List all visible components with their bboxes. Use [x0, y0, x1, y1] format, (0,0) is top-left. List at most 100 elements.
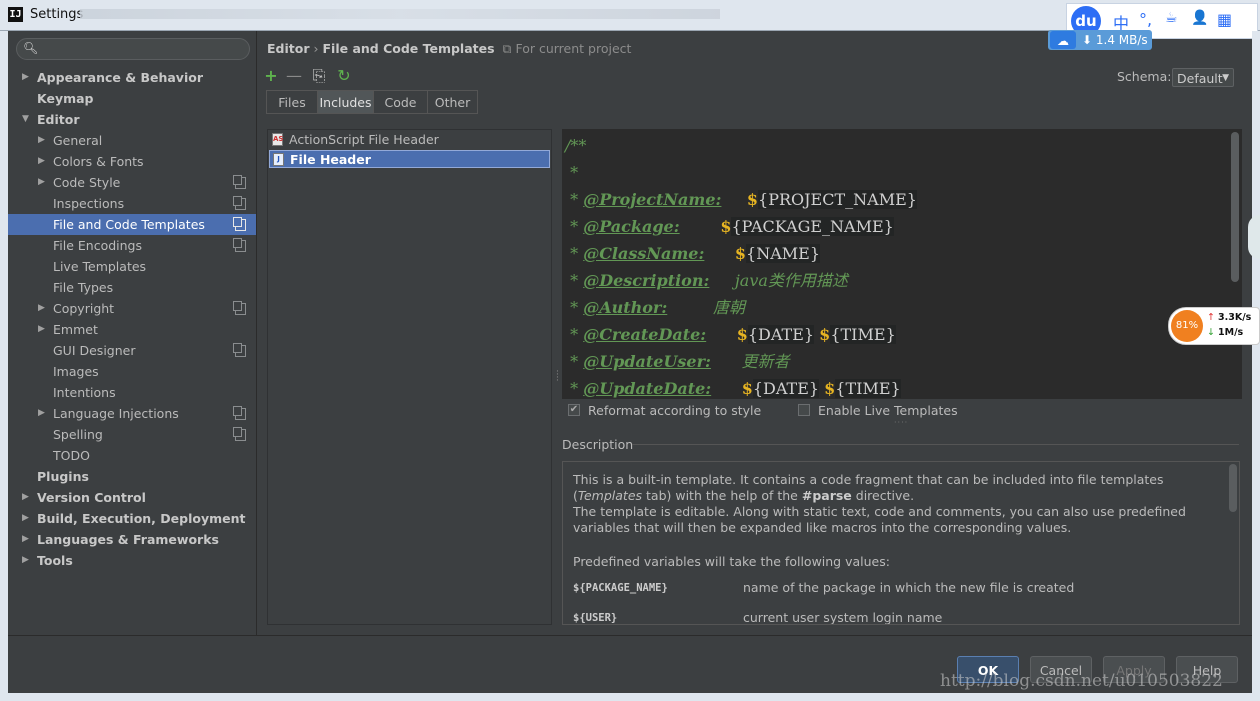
sidebar-item-label: Plugins [37, 469, 89, 484]
sidebar-item-label: Language Injections [53, 406, 179, 421]
code-template-dollar: $ [819, 325, 831, 344]
ime-punctuation-icon[interactable]: °, [1139, 10, 1152, 29]
template-list-item[interactable]: J File Header [269, 150, 550, 168]
sidebar-item[interactable]: ▶ Tools [8, 550, 256, 571]
chevron-right-icon[interactable]: ▶ [22, 487, 29, 508]
sidebar-item-label: Build, Execution, Deployment [37, 511, 246, 526]
sidebar-item[interactable]: GUI Designer [8, 340, 256, 361]
code-brace: } [809, 244, 821, 263]
code-template-dollar: $ [824, 379, 836, 398]
blurred-path-region [80, 9, 720, 19]
sidebar-item[interactable]: ▶ Appearance & Behavior [8, 67, 256, 88]
resize-handle[interactable]: ···· [894, 418, 908, 427]
network-monitor-widget[interactable]: 81% ↑ 3.3K/s ↓ 1M/s [1168, 307, 1260, 345]
code-template-variable: {PROJECT_NAME} [758, 190, 917, 209]
reset-template-icon[interactable]: ↻ [335, 67, 353, 85]
description-text: Predefined variables will take the follo… [573, 554, 890, 569]
code-comment-star: * [565, 325, 579, 344]
sidebar-item[interactable]: ▶ Code Style [8, 172, 256, 193]
sidebar-item[interactable]: File and Code Templates [8, 214, 256, 235]
editor-scrollbar[interactable] [1231, 132, 1239, 282]
sidebar-item[interactable]: ▶ Emmet [8, 319, 256, 340]
settings-search-field[interactable]: 🔍︎ [16, 38, 250, 60]
project-scope-icon [233, 406, 246, 420]
sidebar-item[interactable]: ▼ Editor [8, 109, 256, 130]
description-panel: This is a built-in template. It contains… [562, 461, 1240, 625]
chevron-right-icon[interactable]: ▶ [22, 508, 29, 529]
code-doc-tag: @UpdateDate: [583, 379, 712, 398]
code-line: * @Author: 唐朝 [565, 294, 745, 321]
project-scope-icon [233, 175, 246, 189]
code-brace: { [835, 379, 846, 398]
chevron-down-icon[interactable]: ▼ [22, 109, 29, 130]
code-template-dollar: $ [736, 325, 748, 344]
sidebar-item-label: Intentions [53, 385, 116, 400]
sidebar-item[interactable]: Inspections [8, 193, 256, 214]
csdn-watermark: http://blog.csdn.net/u010503822 [940, 671, 1223, 691]
breadcrumb-editor: Editor [267, 41, 310, 56]
tab-code[interactable]: Code [373, 90, 428, 114]
chevron-right-icon[interactable]: ▶ [22, 67, 29, 88]
sidebar-item[interactable]: File Types [8, 277, 256, 298]
code-gap [721, 190, 746, 209]
code-variable-name: PROJECT_NAME [768, 190, 907, 209]
template-list-item[interactable]: AS ActionScript File Header [269, 131, 550, 149]
splitter-handle[interactable]: · · · · [556, 368, 559, 386]
code-brace: { [752, 379, 764, 398]
code-template-variable: {DATE} [752, 379, 820, 398]
code-brace: { [758, 190, 769, 209]
template-code-editor[interactable]: /** * * @ProjectName: ${PROJECT_NAME} * … [562, 129, 1242, 399]
remove-template-icon[interactable]: — [285, 67, 303, 85]
schema-dropdown[interactable]: Default ▼ [1172, 68, 1234, 87]
chevron-right-icon[interactable]: ▶ [22, 550, 29, 571]
chevron-right-icon[interactable]: ▶ [22, 529, 29, 550]
code-doc-tag: @UpdateUser: [583, 352, 711, 371]
code-brace: } [803, 325, 815, 344]
add-template-icon[interactable]: + [262, 67, 280, 85]
sidebar-item[interactable]: Live Templates [8, 256, 256, 277]
sidebar-item[interactable]: ▶ Copyright [8, 298, 256, 319]
code-doc-tag: @CreateDate: [583, 325, 707, 344]
live-templates-label: Enable Live Templates [818, 403, 958, 418]
project-scope-icon [233, 196, 246, 210]
tab-files[interactable]: Files [266, 90, 318, 114]
template-list: AS ActionScript File Header J File Header [267, 129, 552, 625]
code-template-variable: {NAME} [746, 244, 821, 263]
sidebar-item-label: GUI Designer [53, 343, 136, 358]
sidebar-item[interactable]: ▶ Language Injections [8, 403, 256, 424]
copy-template-icon[interactable]: ⎘ [310, 67, 328, 85]
code-brace: { [747, 325, 759, 344]
ime-user-icon[interactable]: 👤 [1191, 10, 1208, 26]
description-scrollbar[interactable] [1229, 464, 1237, 512]
ime-menu-grid-icon[interactable]: ▦ [1217, 10, 1232, 29]
chevron-right-icon[interactable]: ▶ [38, 319, 45, 340]
settings-sidebar: 🔍︎ ▶ Appearance & Behavior Keymap ▼ Editor ▶ G… [8, 31, 257, 635]
sidebar-item-label: Code Style [53, 175, 121, 190]
sidebar-item[interactable]: Spelling [8, 424, 256, 445]
live-templates-checkbox[interactable] [798, 404, 810, 416]
ime-skin-icon[interactable]: ☕ [1165, 10, 1178, 26]
breadcrumb: Editor › File and Code Templates ⧉ For curr… [267, 41, 631, 57]
reformat-checkbox[interactable]: ✔ [568, 404, 580, 416]
sidebar-item[interactable]: ▶ Languages & Frameworks [8, 529, 256, 550]
chevron-right-icon[interactable]: ▶ [38, 298, 45, 319]
code-template-variable: {PACKAGE_NAME} [731, 217, 894, 236]
sidebar-item[interactable]: Keymap [8, 88, 256, 109]
tab-includes[interactable]: Includes [317, 90, 374, 114]
sidebar-item[interactable]: ▶ Colors & Fonts [8, 151, 256, 172]
sidebar-item[interactable]: TODO [8, 445, 256, 466]
chevron-right-icon[interactable]: ▶ [38, 151, 45, 172]
sidebar-item[interactable]: Images [8, 361, 256, 382]
code-brace: } [808, 379, 820, 398]
sidebar-item[interactable]: Plugins [8, 466, 256, 487]
sidebar-item[interactable]: File Encodings [8, 235, 256, 256]
sidebar-item[interactable]: ▶ General [8, 130, 256, 151]
tab-other[interactable]: Other [427, 90, 478, 114]
sidebar-item[interactable]: ▶ Build, Execution, Deployment [8, 508, 256, 529]
chevron-right-icon[interactable]: ▶ [38, 130, 45, 151]
code-line: /** [565, 136, 587, 155]
sidebar-item[interactable]: ▶ Version Control [8, 487, 256, 508]
sidebar-item[interactable]: Intentions [8, 382, 256, 403]
chevron-right-icon[interactable]: ▶ [38, 403, 45, 424]
chevron-right-icon[interactable]: ▶ [38, 172, 45, 193]
